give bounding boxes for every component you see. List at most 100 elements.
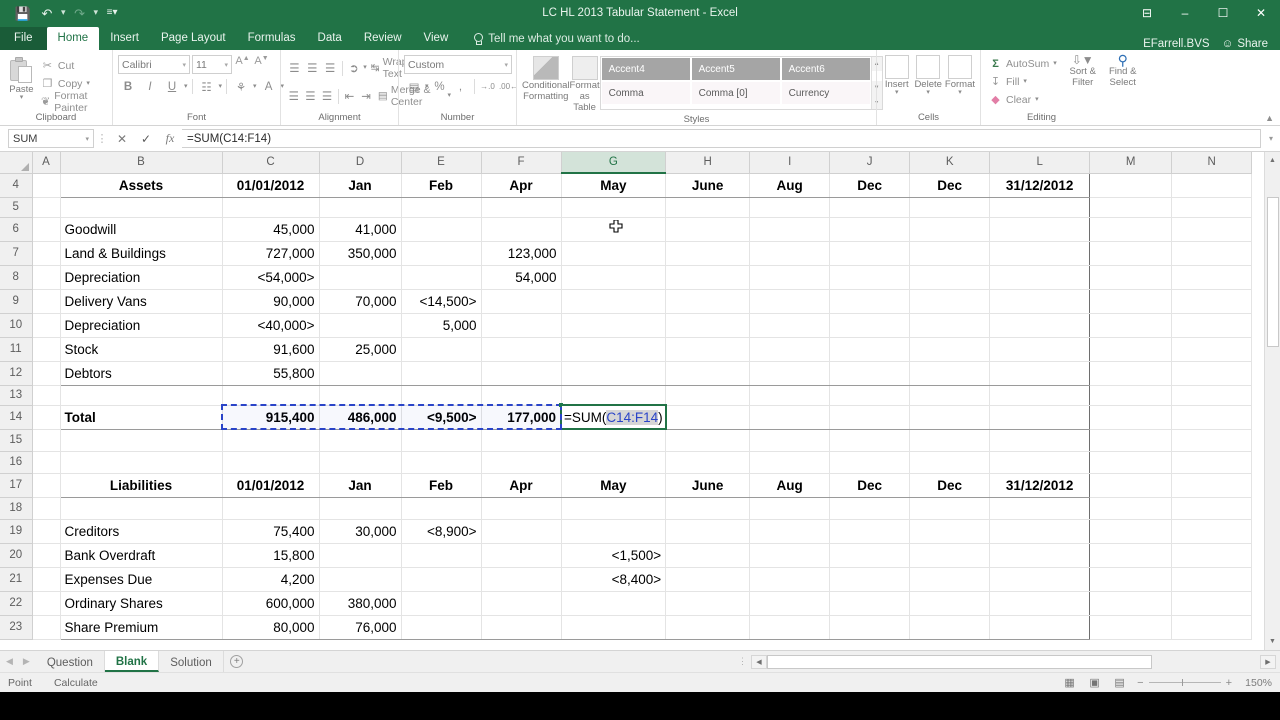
cell-N19[interactable] xyxy=(1171,519,1253,544)
cell-M5[interactable] xyxy=(1089,197,1173,218)
scroll-right-icon[interactable]: ▶ xyxy=(1260,654,1276,669)
column-header-e[interactable]: E xyxy=(401,152,482,174)
row-header-7[interactable]: 7 xyxy=(0,241,33,266)
cell-D6[interactable]: 41,000 xyxy=(319,217,402,242)
cell-G9[interactable] xyxy=(561,289,667,314)
cell-A15[interactable] xyxy=(32,429,61,452)
cell-F8[interactable]: 54,000 xyxy=(481,265,562,290)
save-icon[interactable]: 💾 xyxy=(12,3,34,23)
orientation-icon[interactable]: ➲ xyxy=(345,59,362,78)
decrease-font-size-icon[interactable]: A ▼ xyxy=(253,55,270,74)
cell-J12[interactable] xyxy=(829,361,911,386)
increase-decimal-icon[interactable]: →.0 xyxy=(478,77,498,96)
vertical-scrollbar[interactable]: ▲ ▼ xyxy=(1264,152,1280,650)
cell-D22[interactable]: 380,000 xyxy=(319,591,402,616)
cell-N20[interactable] xyxy=(1171,543,1253,568)
cell-A6[interactable] xyxy=(32,217,61,242)
cell-L20[interactable] xyxy=(989,543,1091,568)
cell-N14[interactable] xyxy=(1171,405,1253,430)
cell-D7[interactable]: 350,000 xyxy=(319,241,402,266)
scroll-left-icon[interactable]: ◀ xyxy=(751,654,767,669)
cell-F20[interactable] xyxy=(481,543,562,568)
cell-L12[interactable] xyxy=(989,361,1091,386)
cell-C7[interactable]: 727,000 xyxy=(222,241,320,266)
cell-H23[interactable] xyxy=(665,615,751,640)
format-as-table-button[interactable]: Format as Table xyxy=(570,55,600,113)
cell-L17[interactable]: 31/12/2012 xyxy=(989,472,1091,498)
cell-C13[interactable] xyxy=(222,385,320,406)
cell-A12[interactable] xyxy=(32,361,61,386)
align-left-icon[interactable]: ☰ xyxy=(286,87,302,106)
sheet-nav-arrows[interactable]: ◀ ▶ xyxy=(0,651,36,672)
cell-M4[interactable] xyxy=(1089,173,1173,198)
cell-N7[interactable] xyxy=(1171,241,1253,266)
cell-G15[interactable] xyxy=(561,429,667,452)
fill-button[interactable]: ↧ Fill ▾ xyxy=(986,73,1060,90)
tell-me-box[interactable]: Tell me what you want to do... xyxy=(459,30,650,50)
cell-J11[interactable] xyxy=(829,337,911,362)
row-header-8[interactable]: 8 xyxy=(0,265,33,290)
cell-L4[interactable]: 31/12/2012 xyxy=(989,172,1091,198)
cell-C5[interactable] xyxy=(222,197,320,218)
cell-H5[interactable] xyxy=(665,197,751,218)
cell-L11[interactable] xyxy=(989,337,1091,362)
cell-B18[interactable] xyxy=(59,497,223,520)
cell-J14[interactable] xyxy=(829,404,911,430)
cell-C15[interactable] xyxy=(222,429,320,452)
cell-E5[interactable] xyxy=(401,197,482,218)
cell-H15[interactable] xyxy=(665,429,751,452)
confirm-entry-icon[interactable]: ✓ xyxy=(134,129,158,149)
cell-B12[interactable]: Debtors xyxy=(59,361,223,386)
cell-F16[interactable] xyxy=(481,451,562,474)
cell-G19[interactable] xyxy=(561,519,667,544)
style-accent6[interactable]: Accent6 xyxy=(781,58,870,80)
cell-G4[interactable]: May xyxy=(561,172,667,198)
cell-A9[interactable] xyxy=(32,289,61,314)
undo-icon[interactable]: ↶ xyxy=(36,3,58,23)
cell-J4[interactable]: Dec xyxy=(829,172,911,198)
cell-D13[interactable] xyxy=(319,385,402,406)
scroll-down-icon[interactable]: ▼ xyxy=(1265,633,1280,650)
cell-G21[interactable]: <8,400> xyxy=(561,567,667,592)
insert-cells-button[interactable]: Insert ▾ xyxy=(882,55,911,96)
cell-F5[interactable] xyxy=(481,197,562,218)
cell-A7[interactable] xyxy=(32,241,61,266)
align-bottom-icon[interactable]: ☰ xyxy=(322,59,339,78)
cell-E12[interactable] xyxy=(401,361,482,386)
cell-B22[interactable]: Ordinary Shares xyxy=(59,591,223,616)
cell-H4[interactable]: June xyxy=(665,172,751,198)
cell-A5[interactable] xyxy=(32,197,61,218)
cell-F17[interactable]: Apr xyxy=(481,472,562,498)
cell-B5[interactable] xyxy=(59,197,223,218)
style-accent4[interactable]: Accent4 xyxy=(601,58,690,80)
cell-B17[interactable]: Liabilities xyxy=(59,472,223,498)
cell-E6[interactable] xyxy=(401,217,482,242)
column-header-g[interactable]: G xyxy=(561,152,667,174)
cell-F15[interactable] xyxy=(481,429,562,452)
sheet-tab-question[interactable]: Question xyxy=(36,651,105,672)
cell-M20[interactable] xyxy=(1089,543,1173,568)
cell-F22[interactable] xyxy=(481,591,562,616)
accounting-format-icon[interactable]: ▤ xyxy=(404,77,424,96)
sort-filter-button[interactable]: ⇩▼ Sort & Filter xyxy=(1064,54,1102,88)
cell-L8[interactable] xyxy=(989,265,1091,290)
cell-F10[interactable] xyxy=(481,313,562,338)
cell-C10[interactable]: <40,000> xyxy=(222,313,320,338)
cell-H7[interactable] xyxy=(665,241,751,266)
cell-N18[interactable] xyxy=(1171,497,1253,520)
row-header-23[interactable]: 23 xyxy=(0,615,33,640)
row-header-17[interactable]: 17 xyxy=(0,473,33,498)
horizontal-scroll-thumb[interactable] xyxy=(767,654,1152,669)
cell-L23[interactable] xyxy=(989,615,1091,640)
cell-G10[interactable] xyxy=(561,313,667,338)
ribbon-display-options-icon[interactable]: ⊟ xyxy=(1128,0,1166,26)
cell-K18[interactable] xyxy=(909,497,991,520)
cell-F14[interactable]: 177,000 xyxy=(481,404,562,430)
cell-M22[interactable] xyxy=(1089,591,1173,616)
column-header-n[interactable]: N xyxy=(1171,152,1253,174)
cell-G16[interactable] xyxy=(561,451,667,474)
cell-I13[interactable] xyxy=(749,385,831,406)
cell-J8[interactable] xyxy=(829,265,911,290)
cell-N23[interactable] xyxy=(1171,615,1253,640)
cell-J18[interactable] xyxy=(829,497,911,520)
